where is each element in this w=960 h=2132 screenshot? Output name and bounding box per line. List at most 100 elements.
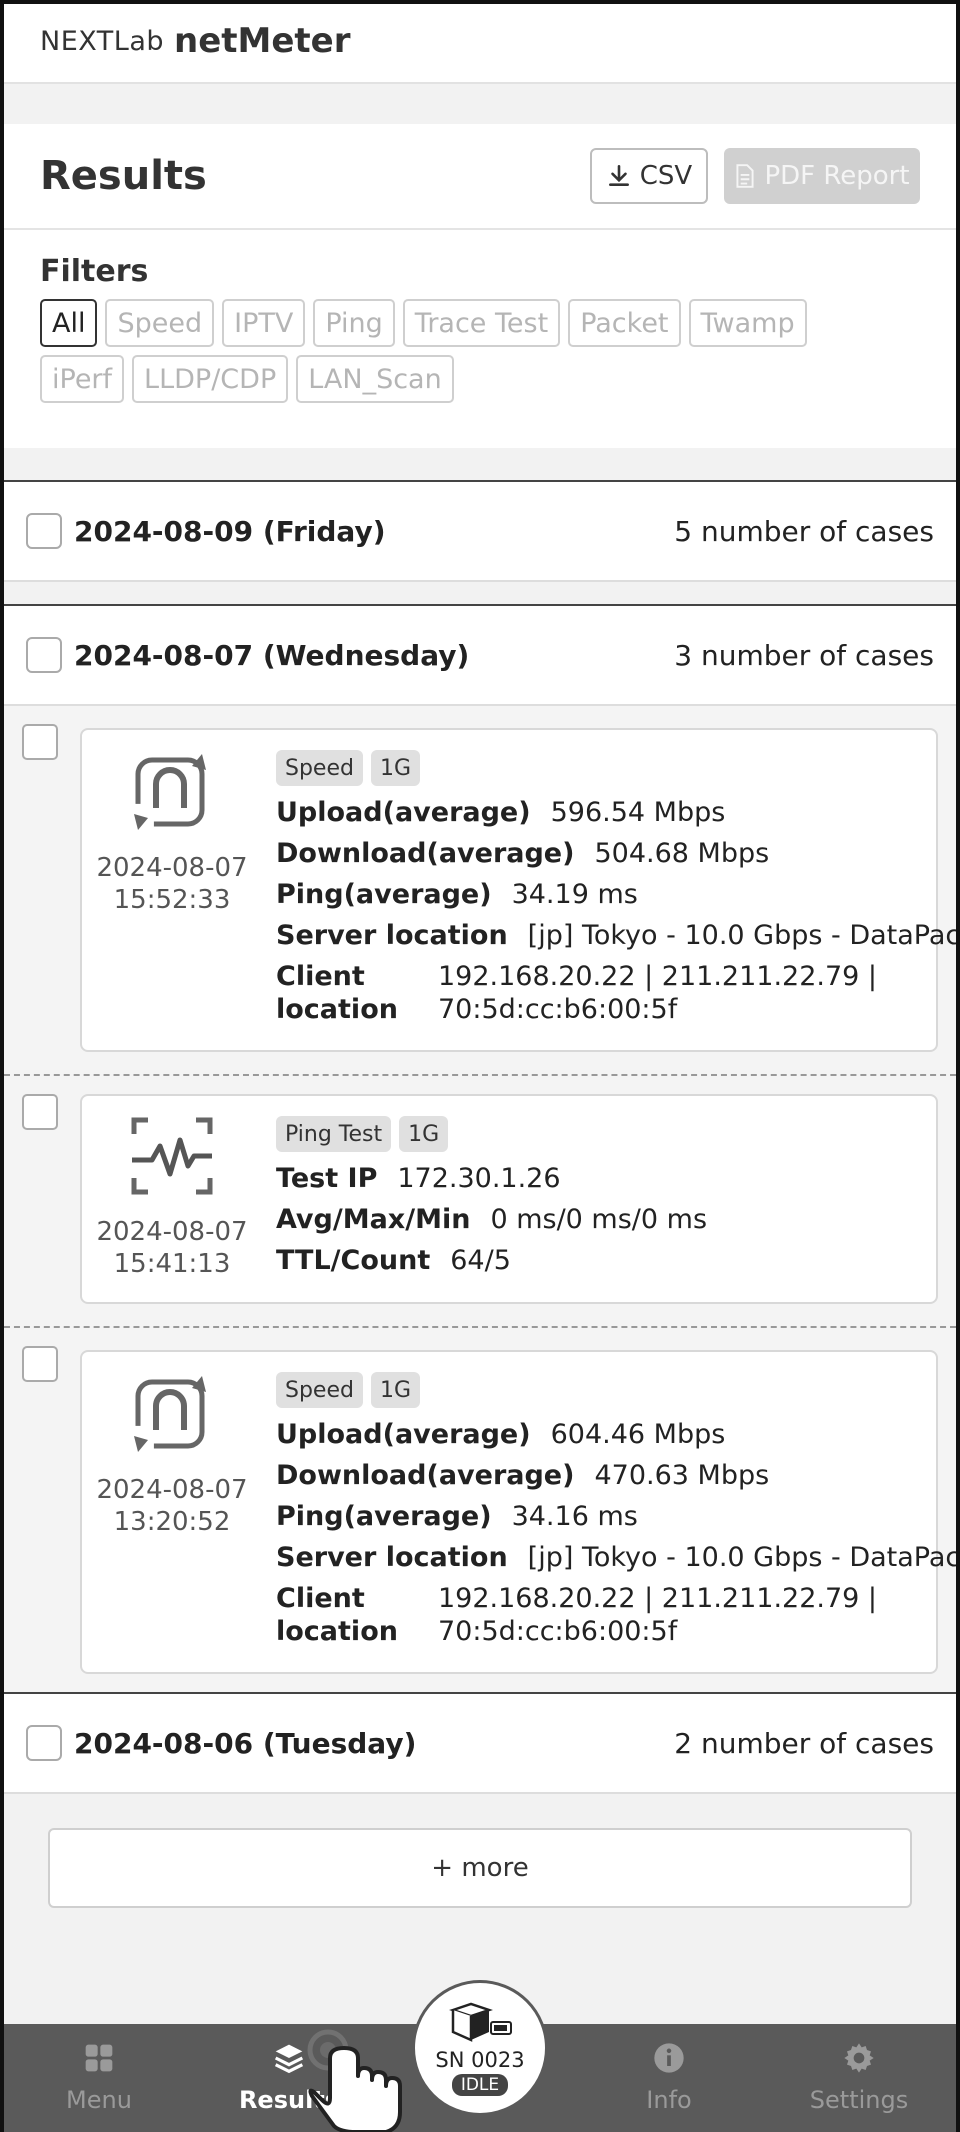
brand-netmeter: netMeter [174, 21, 351, 61]
group-checkbox[interactable] [26, 637, 62, 673]
filter-trace-test[interactable]: Trace Test [402, 299, 561, 347]
item-checkbox[interactable] [22, 724, 58, 760]
result-item: 2024-08-07 15:52:33 Speed 1G Upload(aver… [4, 706, 960, 1076]
link-speed-badge: 1G [370, 1372, 421, 1408]
client-location-label: Client [276, 1583, 365, 1614]
device-box-icon [449, 2002, 512, 2042]
download-icon [608, 164, 629, 186]
filter-twamp[interactable]: Twamp [688, 299, 807, 347]
ping-label: Ping(average) [276, 879, 492, 910]
app-header: NEXTLab netMeter [0, 0, 960, 84]
test-type-badge: Ping Test [276, 1116, 392, 1152]
client-location-value: 192.168.20.22 | 211.211.22.79 | [438, 961, 878, 992]
results-header: Results CSV PDF Report [4, 124, 956, 230]
info-icon [654, 2043, 684, 2073]
speed-test-icon [134, 754, 206, 830]
results-panel: Results CSV PDF Report Filters All Speed… [4, 124, 956, 448]
upload-label: Upload(average) [276, 797, 531, 828]
upload-label: Upload(average) [276, 1419, 531, 1450]
result-time: 15:41:13 [113, 1249, 231, 1279]
ping-label: Ping(average) [276, 1501, 492, 1532]
device-serial: SN 0023 [435, 2048, 525, 2072]
tap-hand-icon [307, 2029, 402, 2132]
load-more-button[interactable]: + more [48, 1828, 912, 1908]
group-date: 2024-08-07 (Wednesday) [74, 638, 470, 672]
brand-nextlab: NEXTLab [40, 25, 164, 57]
test-type-badge: Speed [276, 750, 363, 786]
result-date: 2024-08-07 [96, 1475, 248, 1505]
item-checkbox[interactable] [22, 1094, 58, 1130]
download-value: 504.68 Mbps [594, 838, 770, 869]
filter-lan-scan[interactable]: LAN_Scan [296, 355, 454, 403]
date-group-header[interactable]: 2024-08-07 (Wednesday) 3 number of cases [4, 604, 956, 706]
ping-value: 34.16 ms [511, 1501, 638, 1532]
pdf-label: PDF Report [764, 161, 910, 191]
filter-chips: All Speed IPTV Ping Trace Test Packet Tw… [4, 289, 864, 403]
date-group-header[interactable]: 2024-08-06 (Tuesday) 2 number of cases [4, 1692, 956, 1794]
result-item: 2024-08-07 13:20:52 Speed 1G Upload(aver… [4, 1328, 960, 1692]
result-time: 15:52:33 [113, 885, 231, 915]
link-speed-badge: 1G [370, 750, 421, 786]
server-location-value: [jp] Tokyo - 10.0 Gbps - DataPacket [527, 1542, 960, 1573]
nav-menu[interactable]: Menu [24, 2042, 174, 2114]
filter-lldp-cdp[interactable]: LLDP/CDP [132, 355, 289, 403]
filter-iperf[interactable]: iPerf [40, 355, 125, 403]
filter-all[interactable]: All [40, 299, 98, 347]
server-location-value: [jp] Tokyo - 10.0 Gbps - DataPacket [527, 920, 960, 951]
result-card[interactable]: 2024-08-07 13:20:52 Speed 1G Upload(aver… [80, 1350, 960, 1674]
date-group-header[interactable]: 2024-08-09 (Friday) 5 number of cases [4, 480, 956, 582]
group-checkbox[interactable] [26, 513, 62, 549]
filter-packet[interactable]: Packet [568, 299, 681, 347]
item-checkbox[interactable] [22, 1346, 58, 1382]
server-location-label: Server location [276, 920, 508, 951]
filter-ping[interactable]: Ping [313, 299, 395, 347]
client-location-label: Client [276, 961, 365, 992]
group-date: 2024-08-09 (Friday) [74, 514, 386, 548]
pdf-report-button[interactable]: PDF Report [724, 148, 920, 204]
client-location-label-2: location [276, 1616, 398, 1647]
nav-settings-label: Settings [809, 2086, 909, 2114]
filter-speed[interactable]: Speed [105, 299, 215, 347]
filter-iptv[interactable]: IPTV [222, 299, 306, 347]
group-count: 2 number of cases [674, 1726, 934, 1760]
client-mac-value: 70:5d:cc:b6:00:5f [438, 994, 678, 1025]
link-speed-badge: 1G [399, 1116, 449, 1152]
group-date: 2024-08-06 (Tuesday) [74, 1726, 417, 1760]
download-value: 470.63 Mbps [594, 1460, 770, 1491]
client-mac-value: 70:5d:cc:b6:00:5f [438, 1616, 678, 1647]
document-icon [736, 164, 754, 188]
client-location-value: 192.168.20.22 | 211.211.22.79 | [438, 1583, 878, 1614]
result-date: 2024-08-07 [96, 1217, 248, 1247]
client-location-label-2: location [276, 994, 398, 1025]
upload-value: 604.46 Mbps [550, 1419, 726, 1450]
nav-menu-label: Menu [66, 2086, 132, 2114]
nav-info[interactable]: Info [594, 2042, 744, 2114]
download-label: Download(average) [276, 1460, 575, 1491]
group-count: 5 number of cases [674, 514, 934, 548]
csv-label: CSV [639, 161, 693, 191]
grid-icon [85, 2044, 113, 2072]
upload-value: 596.54 Mbps [550, 797, 726, 828]
server-location-label: Server location [276, 1542, 508, 1573]
result-item: 2024-08-07 15:41:13 Ping Test 1G Test IP… [4, 1076, 956, 1328]
ttl-count-label: TTL/Count [276, 1245, 431, 1276]
group-count: 3 number of cases [674, 638, 934, 672]
group-checkbox[interactable] [26, 1725, 62, 1761]
speed-test-icon [134, 1376, 206, 1452]
test-ip-label: Test IP [276, 1163, 378, 1194]
result-date: 2024-08-07 [96, 853, 248, 883]
device-status-badge: IDLE [451, 2074, 509, 2096]
avg-max-min-value: 0 ms/0 ms/0 ms [490, 1204, 708, 1235]
result-card[interactable]: 2024-08-07 15:52:33 Speed 1G Upload(aver… [80, 728, 960, 1052]
test-type-badge: Speed [276, 1372, 363, 1408]
device-status-button[interactable]: SN 0023 IDLE [412, 1980, 548, 2116]
result-time: 13:20:52 [113, 1507, 231, 1537]
filters-heading: Filters [40, 254, 149, 289]
avg-max-min-label: Avg/Max/Min [276, 1204, 471, 1235]
ping-test-icon [131, 1117, 213, 1195]
nav-settings[interactable]: Settings [784, 2042, 934, 2114]
csv-download-button[interactable]: CSV [590, 148, 708, 204]
result-card[interactable]: 2024-08-07 15:41:13 Ping Test 1G Test IP… [80, 1094, 938, 1304]
page-title: Results [40, 153, 207, 199]
nav-info-label: Info [646, 2086, 692, 2114]
